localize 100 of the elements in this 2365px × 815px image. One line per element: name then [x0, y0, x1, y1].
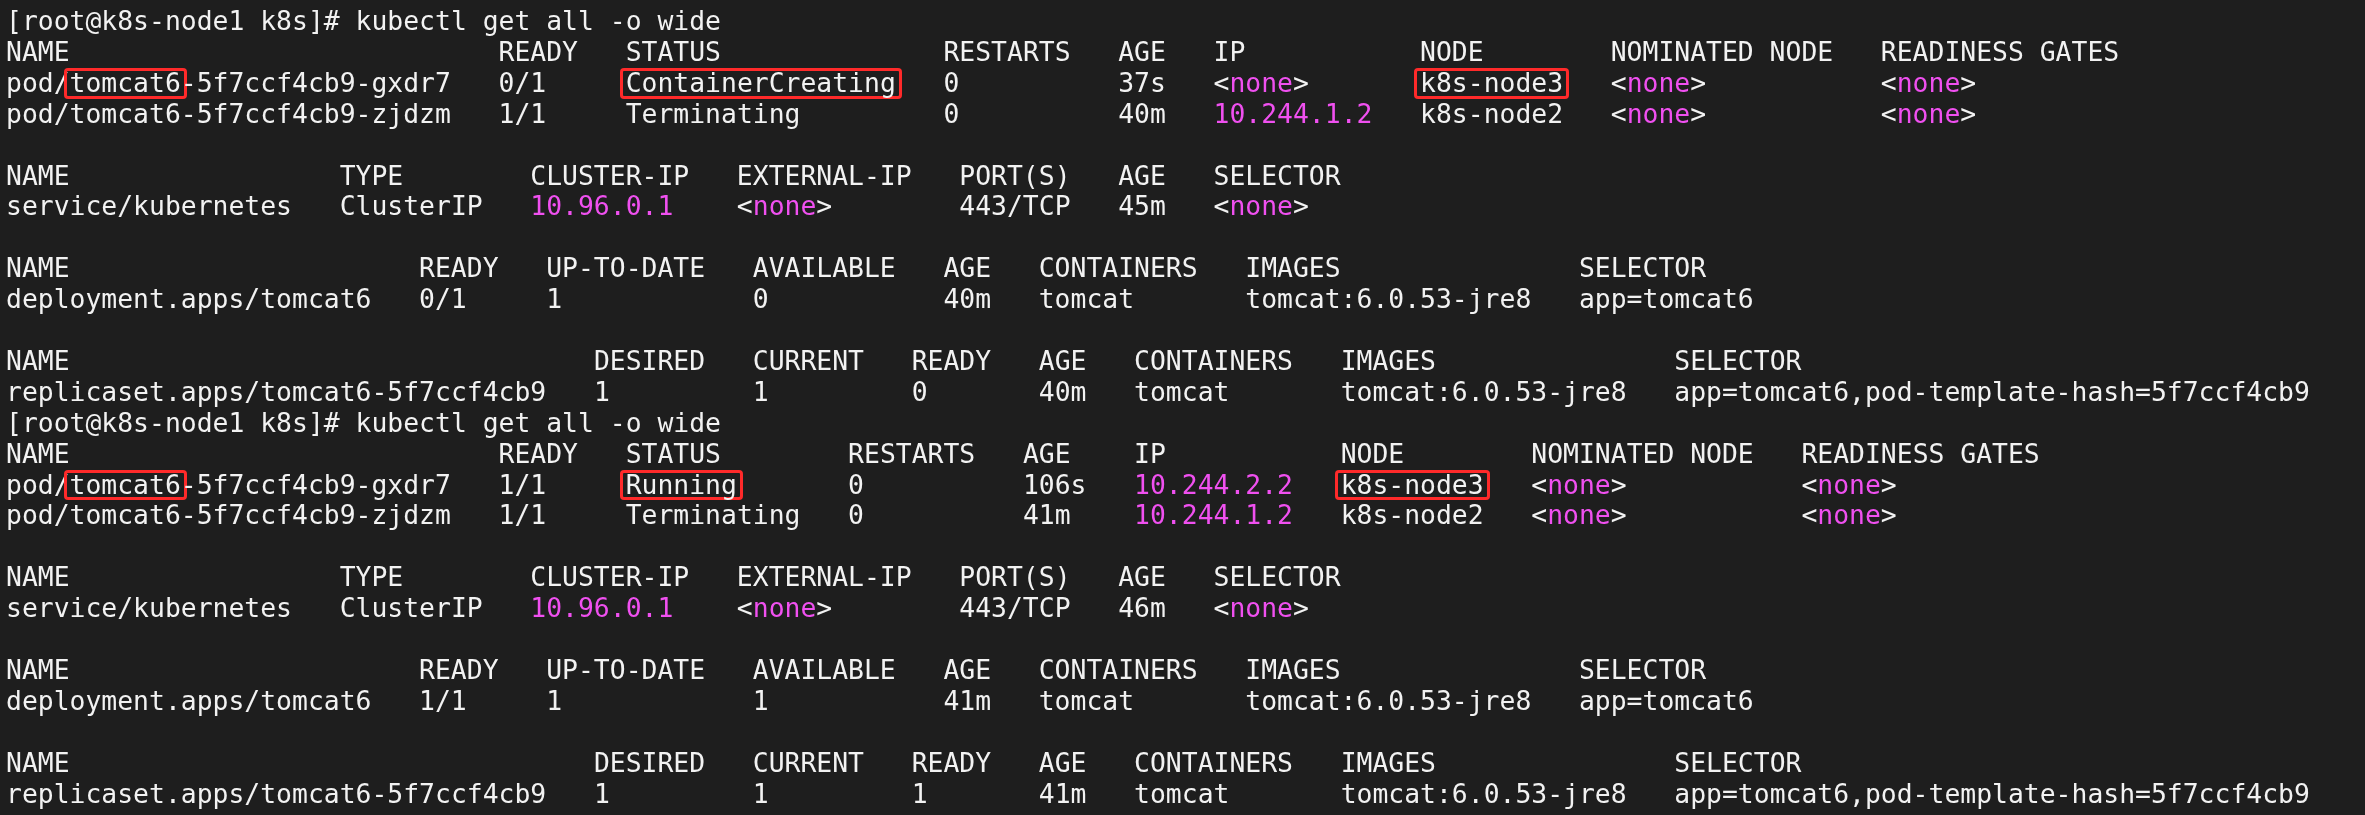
column-header: CONTAINERS — [1038, 653, 1198, 685]
table-cell: <none> — [1531, 499, 1627, 531]
table-cell: tomcat — [1038, 684, 1135, 716]
table-cell: 10.244.1.2 — [1213, 97, 1373, 129]
column-header: SELECTOR — [1674, 746, 1802, 778]
column-header: SELECTOR — [1578, 653, 1707, 685]
column-header: AGE — [1118, 35, 1166, 67]
table-cell: Terminating — [625, 97, 801, 129]
column-header: IP — [1134, 437, 1166, 469]
table-cell: tomcat:6.0.53-jre8 — [1245, 684, 1532, 716]
column-header: PORT(S) — [959, 561, 1071, 593]
column-header: CURRENT — [752, 344, 864, 376]
table-cell: 1/1 — [498, 468, 547, 500]
table-cell: <none> — [1213, 592, 1309, 624]
table-cell: 0 — [943, 97, 960, 129]
table-cell: tomcat — [1134, 777, 1230, 809]
table-cell: 0 — [848, 499, 864, 531]
table-cell: app=tomcat6 — [1578, 684, 1754, 716]
table-cell: 45m — [1118, 190, 1166, 222]
highlighted-text: k8s-node3 — [1414, 67, 1570, 99]
column-header: CURRENT — [752, 746, 864, 778]
column-header: CLUSTER-IP — [530, 561, 690, 593]
table-cell: ClusterIP — [339, 592, 483, 624]
column-header: NAME — [6, 746, 70, 778]
table-cell: 46m — [1118, 592, 1166, 624]
table-cell: 0 — [943, 66, 960, 98]
column-header: SELECTOR — [1213, 159, 1341, 191]
column-header: AGE — [1022, 437, 1071, 469]
table-cell: tomcat:6.0.53-jre8 — [1340, 777, 1627, 809]
column-header: STATUS — [625, 35, 721, 67]
table-cell: 1/1 — [498, 97, 547, 129]
table-cell: app=tomcat6,pod-template-hash=5f7ccf4cb9 — [1674, 777, 2310, 809]
column-header: PORT(S) — [959, 159, 1071, 191]
table-cell: 1 — [546, 684, 563, 716]
column-header: IMAGES — [1245, 252, 1341, 284]
table-cell: <none> — [1610, 66, 1707, 98]
column-header: CONTAINERS — [1134, 746, 1293, 778]
table-cell: 1 — [752, 375, 769, 407]
table-cell: 0 — [848, 468, 864, 500]
column-header: EXTERNAL-IP — [736, 159, 912, 191]
column-header: AVAILABLE — [752, 252, 896, 284]
highlighted-text: k8s-node3 — [1334, 469, 1490, 501]
table-cell: 10.244.1.2 — [1134, 499, 1293, 531]
table-cell: k8s-node2 — [1420, 97, 1564, 129]
column-header: IMAGES — [1245, 653, 1341, 685]
table-cell: service/kubernetes — [6, 592, 292, 624]
column-header: NAME — [6, 653, 70, 685]
column-header: READY — [419, 252, 499, 284]
table-cell: 41m — [943, 684, 992, 716]
column-header: AGE — [943, 653, 992, 685]
table-cell: 1 — [593, 777, 610, 809]
column-header: UP-TO-DATE — [546, 252, 706, 284]
table-cell: 10.244.2.2 — [1134, 468, 1293, 500]
column-header: CLUSTER-IP — [530, 159, 690, 191]
column-header: TYPE — [339, 561, 404, 593]
table-cell: 1/1 — [419, 684, 467, 716]
column-header: AGE — [1038, 746, 1087, 778]
table-cell: <none> — [1880, 66, 1977, 98]
column-header: NODE — [1340, 437, 1405, 469]
table-cell: <none> — [1801, 499, 1897, 531]
table-cell: 0 — [752, 283, 769, 315]
column-header: AGE — [1038, 344, 1087, 376]
table-cell: 40m — [943, 283, 992, 315]
column-header: NAME — [6, 252, 70, 284]
table-cell: 106s — [1022, 468, 1087, 500]
table-cell: ClusterIP — [339, 190, 483, 222]
column-header: AGE — [1118, 561, 1166, 593]
column-header: NAME — [6, 35, 70, 67]
column-header: AGE — [943, 252, 992, 284]
column-header: STATUS — [625, 437, 721, 469]
column-header: UP-TO-DATE — [546, 653, 706, 685]
column-header: NAME — [6, 437, 70, 469]
table-cell: <none> — [736, 592, 833, 624]
column-header: NAME — [6, 344, 70, 376]
column-header: SELECTOR — [1213, 561, 1341, 593]
table-cell: 37s — [1118, 66, 1166, 98]
table-cell: 0/1 — [498, 66, 547, 98]
table-cell: <none> — [1610, 97, 1707, 129]
column-header: READY — [911, 344, 992, 376]
command-line: [root@k8s-node1 k8s]# kubectl get all -o wide — [6, 406, 721, 438]
column-header: IMAGES — [1340, 746, 1436, 778]
column-header: SELECTOR — [1674, 344, 1802, 376]
table-cell: 443/TCP — [959, 190, 1071, 222]
table-cell: <none> — [1801, 468, 1897, 500]
column-header: RESTARTS — [848, 437, 976, 469]
column-header: NODE — [1420, 35, 1484, 67]
column-header: CONTAINERS — [1134, 344, 1293, 376]
table-cell: 10.96.0.1 — [530, 592, 674, 624]
table-cell: deployment.apps/tomcat6 — [6, 283, 372, 315]
table-cell: 40m — [1038, 375, 1087, 407]
table-cell: 41m — [1038, 777, 1087, 809]
column-header: EXTERNAL-IP — [736, 561, 912, 593]
table-cell: 0 — [911, 375, 928, 407]
column-header: IP — [1213, 35, 1246, 67]
table-cell: 1/1 — [498, 499, 547, 531]
column-header: READINESS GATES — [1801, 437, 2040, 469]
table-cell: 1 — [752, 684, 769, 716]
column-header: DESIRED — [593, 746, 706, 778]
column-header: READY — [498, 437, 578, 469]
table-cell: 0/1 — [419, 283, 467, 315]
